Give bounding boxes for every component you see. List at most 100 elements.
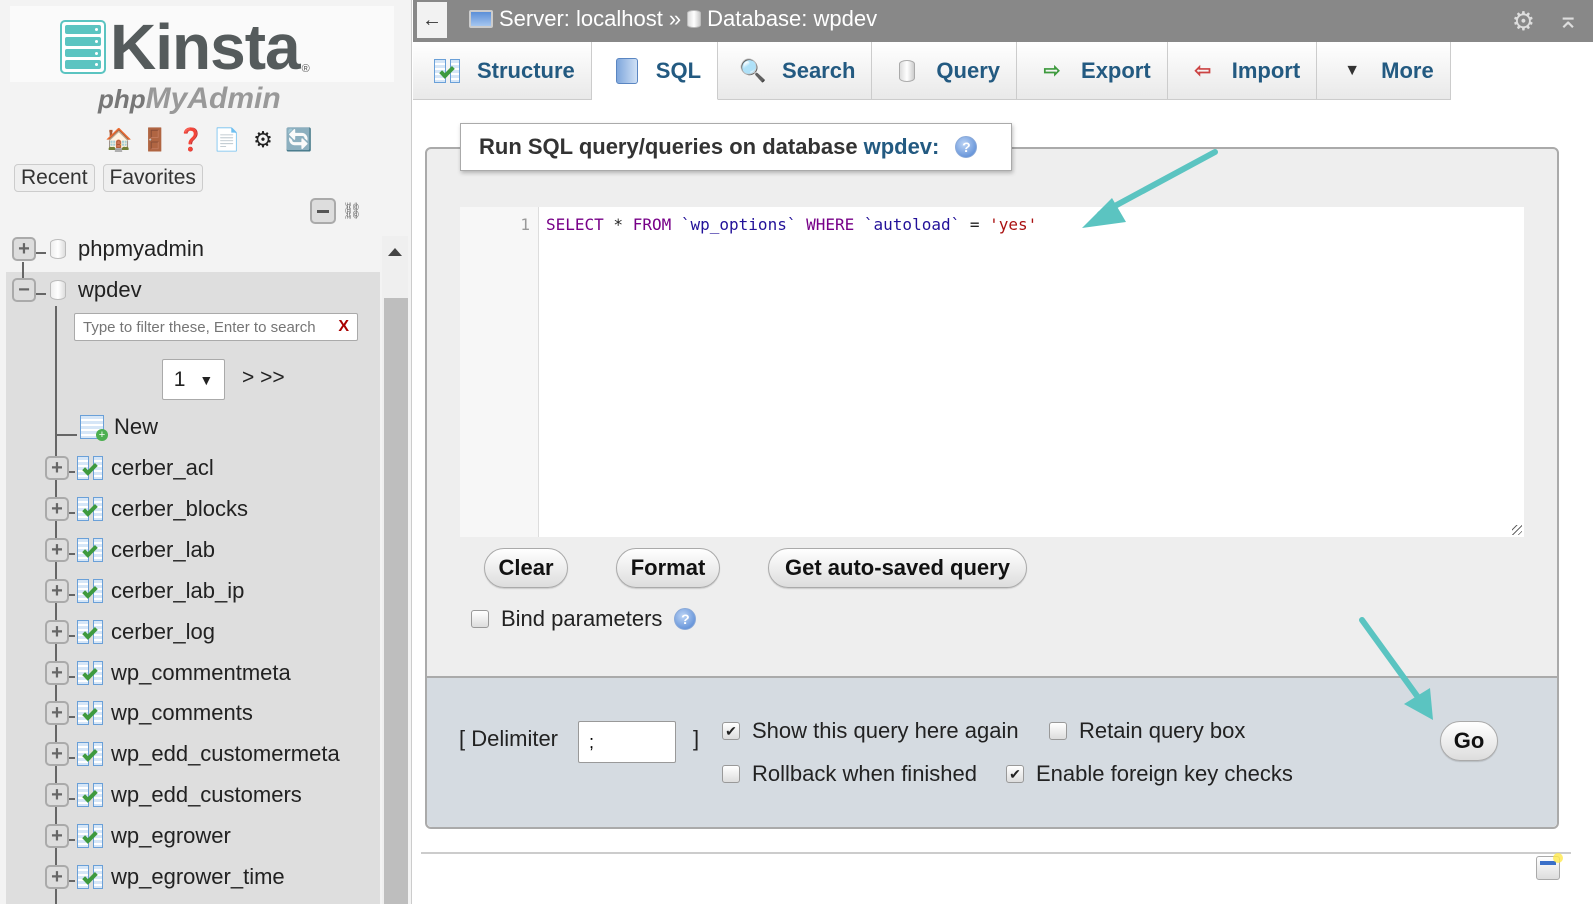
settings-gear-icon[interactable]: ⚙ [1512, 6, 1535, 37]
table-item[interactable]: + wp_egrower_time [45, 857, 285, 897]
table-item[interactable]: + wp_comments [45, 693, 253, 733]
help-icon[interactable]: ? [955, 136, 978, 158]
kinsta-logo[interactable]: Kinsta ® [60, 15, 310, 79]
tab-structure[interactable]: Structure [413, 42, 592, 100]
get-auto-saved-query-button[interactable]: Get auto-saved query [768, 548, 1027, 588]
tree-connector [69, 471, 75, 473]
tab-search[interactable]: 🔍 Search [718, 42, 873, 100]
table-item[interactable]: + cerber_log [45, 612, 215, 652]
help-icon[interactable]: ❓ [177, 126, 205, 154]
clear-filter-icon[interactable]: X [338, 318, 349, 336]
recent-button[interactable]: Recent [14, 164, 95, 192]
breadcrumb-database[interactable]: Database: wpdev [707, 6, 877, 32]
expand-icon[interactable]: + [45, 701, 69, 726]
table-filter-input[interactable] [83, 318, 339, 336]
tab-import[interactable]: ⇦ Import [1167, 42, 1318, 100]
table-item[interactable]: + wp_commentmeta [45, 653, 291, 693]
show-query-again-label[interactable]: Show this query here again [752, 718, 1019, 744]
settings-icon[interactable]: ⚙ [249, 126, 277, 154]
collapse-icon[interactable]: − [12, 278, 36, 302]
resize-handle[interactable] [1512, 525, 1522, 535]
table-item[interactable]: + cerber_lab [45, 530, 215, 570]
expand-icon[interactable]: + [12, 237, 36, 261]
docs-icon[interactable]: 📄 [213, 126, 241, 154]
delimiter-input[interactable] [578, 721, 676, 763]
collapse-top-icon[interactable]: ⌅ [1557, 4, 1579, 35]
tab-export[interactable]: ⇨ Export [1017, 42, 1168, 100]
tab-more[interactable]: ▼ More [1317, 42, 1451, 100]
line-numbers: 1 [460, 207, 539, 537]
bind-parameters-label[interactable]: Bind parameters [501, 606, 662, 632]
breadcrumb-server[interactable]: Server: localhost [499, 6, 663, 32]
foreign-key-checks-label[interactable]: Enable foreign key checks [1036, 761, 1293, 787]
table-icon [77, 742, 105, 767]
tree-connector [69, 511, 75, 514]
table-item[interactable]: + wp_edd_customers [45, 775, 302, 815]
expand-icon[interactable]: + [45, 783, 69, 808]
retain-query-box-label[interactable]: Retain query box [1079, 718, 1245, 744]
tree-connector [69, 716, 75, 719]
format-button[interactable]: Format [616, 548, 720, 588]
favorites-button[interactable]: Favorites [102, 164, 203, 192]
table-name[interactable]: wp_edd_customers [111, 782, 302, 808]
expand-icon[interactable]: + [45, 660, 69, 685]
brand-name: Kinsta [110, 11, 301, 83]
expand-icon[interactable]: + [45, 537, 69, 562]
table-item[interactable]: + wp_edd_customermeta [45, 734, 340, 774]
sql-editor[interactable]: 1 SELECT * FROM `wp_options` WHERE `auto… [460, 207, 1524, 537]
clear-button[interactable]: Clear [484, 548, 568, 588]
expand-icon[interactable]: + [45, 456, 69, 480]
db-item-wpdev[interactable]: − wpdev [12, 270, 142, 310]
page-select[interactable]: 1 ▼ [162, 359, 225, 400]
table-name[interactable]: cerber_lab_ip [111, 578, 244, 604]
home-icon[interactable]: 🏠 [105, 126, 133, 154]
link-with-main-icon[interactable]: ⛓ [342, 201, 362, 221]
back-button[interactable]: ← [417, 2, 447, 38]
db-name[interactable]: wpdev [78, 277, 142, 303]
expand-icon[interactable]: + [45, 496, 69, 521]
table-name[interactable]: cerber_lab [111, 537, 215, 563]
table-name[interactable]: wp_egrower_time [111, 864, 285, 890]
expand-icon[interactable]: + [45, 619, 69, 644]
foreign-key-checks-checkbox[interactable]: ✔ [1006, 765, 1024, 783]
table-name[interactable]: wp_edd_customermeta [111, 741, 340, 767]
bind-parameters-checkbox[interactable] [471, 610, 489, 628]
retain-query-box-checkbox[interactable] [1049, 722, 1067, 740]
table-name[interactable]: wp_commentmeta [111, 660, 291, 686]
expand-icon[interactable]: + [45, 824, 69, 849]
table-name[interactable]: cerber_acl [111, 455, 214, 481]
scroll-up-icon[interactable] [388, 248, 402, 256]
table-name[interactable]: cerber_blocks [111, 496, 248, 522]
db-item-phpmyadmin[interactable]: + phpmyadmin [12, 229, 204, 269]
go-button[interactable]: Go [1440, 721, 1498, 761]
collapse-all-icon[interactable] [310, 198, 336, 224]
logout-icon[interactable]: 🚪 [141, 126, 169, 154]
expand-icon[interactable]: + [45, 742, 69, 767]
next-page-links[interactable]: > >> [242, 366, 285, 390]
sidebar-scrollbar[interactable] [382, 236, 408, 904]
table-item[interactable]: + wp_egrower [45, 816, 231, 856]
show-query-again-checkbox[interactable]: ✔ [722, 722, 740, 740]
new-table-item[interactable]: + New [78, 407, 158, 447]
table-icon [77, 578, 105, 603]
expand-icon[interactable]: + [45, 578, 69, 603]
db-name[interactable]: phpmyadmin [78, 236, 204, 262]
console-icon[interactable] [1536, 853, 1563, 880]
table-name[interactable]: wp_egrower [111, 823, 231, 849]
scrollbar-thumb[interactable] [384, 298, 408, 904]
tab-sql[interactable]: SQL [591, 42, 719, 100]
table-item[interactable]: + cerber_blocks [45, 489, 248, 529]
database-icon [687, 10, 702, 28]
table-item[interactable]: + cerber_acl [45, 448, 214, 488]
expand-icon[interactable]: + [45, 865, 69, 889]
table-name[interactable]: wp_comments [111, 700, 253, 726]
rollback-checkbox[interactable] [722, 765, 740, 783]
help-icon[interactable]: ? [674, 608, 697, 630]
table-name[interactable]: cerber_log [111, 619, 215, 645]
sql-query-input[interactable]: SELECT * FROM `wp_options` WHERE `autolo… [539, 207, 1524, 537]
reload-icon[interactable]: 🔄 [285, 126, 313, 154]
tab-query[interactable]: Query [872, 42, 1018, 100]
new-table-label[interactable]: New [114, 414, 158, 440]
rollback-label[interactable]: Rollback when finished [752, 761, 977, 787]
table-item[interactable]: + cerber_lab_ip [45, 571, 244, 611]
